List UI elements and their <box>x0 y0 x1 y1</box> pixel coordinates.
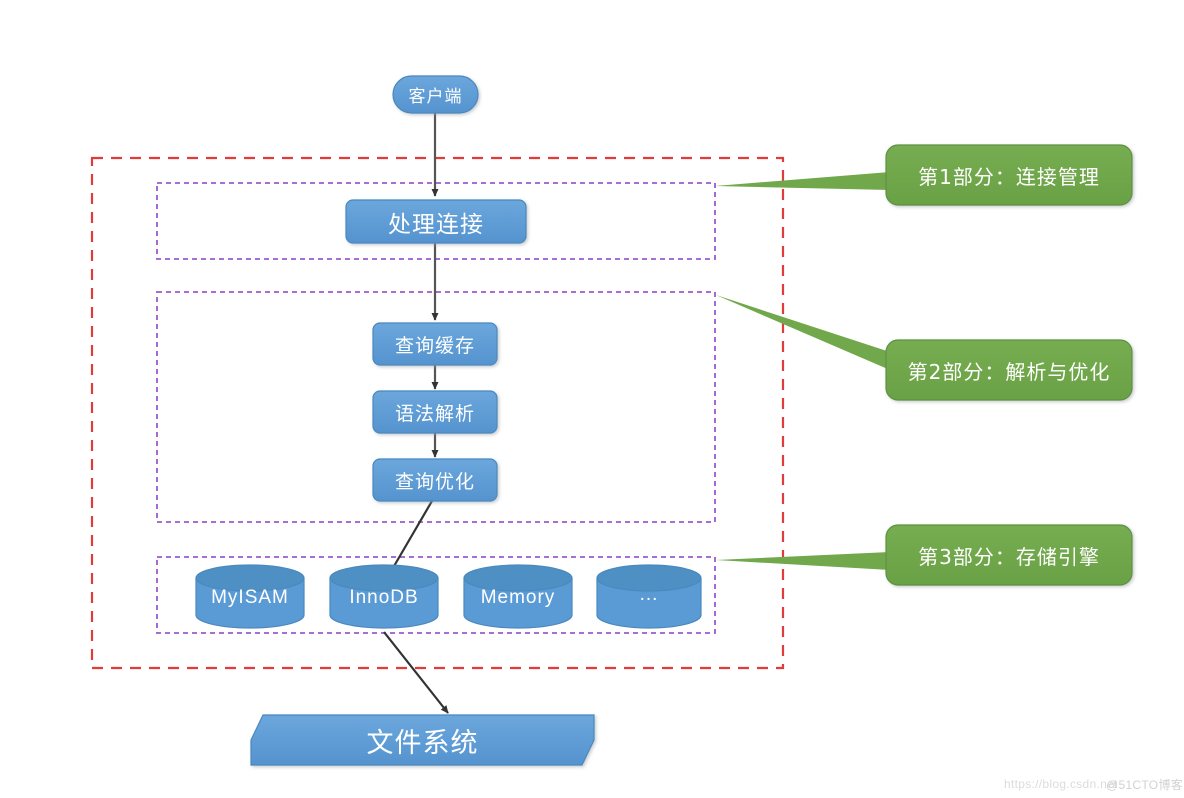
watermark-url: https://blog.csdn.net <box>1004 777 1118 791</box>
arrow-query-optimize-to-innodb <box>389 500 433 574</box>
node-client-shape[interactable] <box>392 75 479 114</box>
watermark-site: @51CTO博客 <box>1106 778 1184 792</box>
cylinder-innodb[interactable] <box>329 564 439 629</box>
node-query-optimize-shape[interactable] <box>372 458 498 502</box>
callout-3-shape[interactable] <box>885 524 1133 586</box>
callout-2-shape[interactable] <box>885 339 1133 401</box>
cylinder-more[interactable] <box>596 564 702 629</box>
node-query-cache-shape[interactable] <box>372 322 498 366</box>
diagram-shapes-layer <box>90 75 1133 766</box>
cylinder-myisam[interactable] <box>195 564 305 629</box>
callout-3-tail <box>716 552 890 570</box>
callout-2-tail <box>716 295 890 370</box>
callout-1-tail <box>715 172 890 190</box>
node-handle-connection-shape[interactable] <box>345 199 527 244</box>
cylinder-memory[interactable] <box>463 564 573 629</box>
diagram-canvas: 客户端 处理连接 查询缓存 语法解析 查询优化 MyISAM InnoDB Me… <box>0 0 1184 798</box>
callout-1-shape[interactable] <box>885 144 1133 206</box>
node-syntax-parse-shape[interactable] <box>372 390 498 434</box>
node-file-system-shape[interactable] <box>250 714 595 766</box>
arrow-innodb-to-file-system <box>383 631 449 714</box>
